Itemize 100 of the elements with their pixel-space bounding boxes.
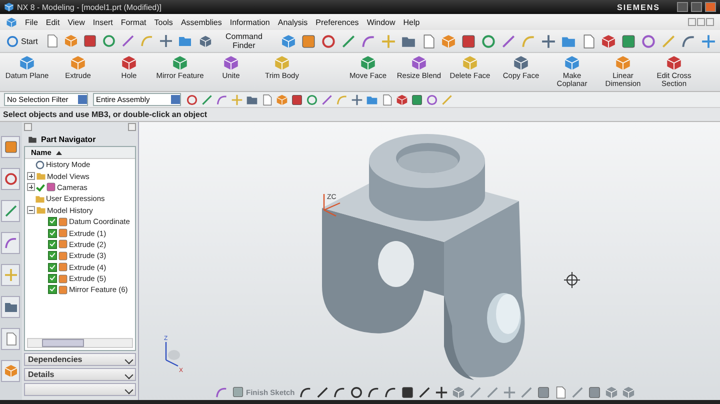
arc-icon[interactable] [681, 34, 696, 48]
brand-label: SIEMENS [616, 2, 660, 12]
cube-icon [4, 2, 14, 12]
cube-icon[interactable] [441, 34, 456, 48]
checkbox[interactable] [48, 285, 57, 294]
axis-triad-drawing [323, 193, 341, 217]
collapse-icon[interactable] [27, 206, 35, 214]
line-icon[interactable] [418, 386, 431, 398]
checkbox[interactable] [48, 274, 57, 284]
close-button[interactable] [706, 18, 714, 26]
cube-icon [121, 55, 137, 71]
checkbox[interactable] [48, 240, 57, 249]
resource-tab[interactable] [1, 136, 20, 158]
page-icon[interactable] [581, 34, 596, 48]
arc-icon[interactable] [332, 386, 346, 398]
maximize-button[interactable] [691, 2, 702, 12]
square-icon[interactable] [301, 34, 316, 48]
panel-header[interactable]: Details [24, 368, 136, 381]
checkbox[interactable] [48, 251, 57, 260]
square-icon[interactable] [411, 94, 423, 106]
checkbox[interactable] [48, 217, 57, 226]
minimize-button[interactable] [688, 18, 696, 26]
menu-item[interactable]: View [68, 18, 85, 26]
circle-icon[interactable] [350, 386, 363, 398]
square-icon[interactable] [461, 34, 476, 48]
menu-item[interactable]: File [25, 18, 38, 26]
arc-icon[interactable] [384, 386, 397, 398]
left-arrow-button[interactable] [24, 123, 32, 131]
expand-icon[interactable] [27, 183, 35, 192]
plus-icon[interactable] [351, 94, 363, 106]
cube-icon[interactable] [281, 34, 296, 48]
horizontal-scrollbar[interactable] [27, 338, 133, 348]
arc-icon [4, 236, 18, 250]
menu-item[interactable]: Edit [46, 18, 60, 26]
arc-icon[interactable] [366, 386, 380, 398]
cube-icon [462, 55, 478, 71]
menu-item[interactable]: Information [230, 18, 270, 26]
menu-item[interactable]: Insert [92, 18, 113, 26]
cube-icon [666, 55, 682, 71]
menu-item[interactable]: Window [366, 18, 396, 26]
page-icon[interactable] [44, 34, 59, 48]
circle-icon [4, 172, 18, 186]
right-arrow-button[interactable] [128, 123, 136, 131]
circle-icon [6, 34, 19, 48]
square-icon[interactable] [291, 94, 303, 106]
cube-icon [198, 34, 212, 48]
resource-tab[interactable] [1, 296, 20, 318]
checkmark-icon[interactable] [36, 182, 45, 192]
circle-icon[interactable] [186, 94, 198, 106]
square-icon[interactable] [621, 34, 636, 48]
menu-item[interactable]: Format [120, 18, 146, 26]
folder-icon [36, 205, 46, 216]
cube-icon[interactable] [604, 386, 618, 398]
view-triad-drawing [165, 341, 180, 367]
menu-item[interactable]: Assemblies [180, 18, 222, 26]
resource-tab[interactable] [1, 200, 20, 222]
scroll-thumb[interactable] [42, 339, 84, 347]
cube-icon[interactable] [396, 94, 408, 106]
cube-icon [274, 55, 290, 71]
resource-tab[interactable] [1, 232, 20, 254]
cube-icon[interactable] [622, 386, 635, 398]
cube-icon[interactable] [64, 34, 78, 48]
window-title: NX 8 - Modeling - [model1.prt (Modified)] [17, 2, 162, 12]
arc-icon[interactable] [298, 386, 312, 398]
line-icon[interactable] [316, 386, 329, 398]
folder-icon [35, 194, 45, 204]
menu-item[interactable]: Tools [154, 18, 173, 26]
page-icon[interactable] [421, 34, 436, 48]
cube-icon [360, 55, 376, 71]
checkbox[interactable] [48, 228, 57, 238]
menu-item[interactable]: Analysis [278, 18, 308, 26]
sort-arrow-icon [56, 150, 62, 154]
cube-icon [564, 55, 580, 71]
circle-icon[interactable] [321, 34, 336, 48]
menu-item[interactable]: Help [403, 18, 420, 26]
plus-icon[interactable] [434, 386, 448, 398]
checkbox[interactable] [48, 262, 57, 272]
folder-icon[interactable] [178, 34, 192, 48]
resource-tab[interactable] [1, 328, 20, 350]
cube-icon[interactable] [601, 34, 616, 48]
menu-item[interactable]: Preferences [316, 18, 359, 26]
start-button[interactable]: Start [4, 34, 40, 48]
command-finder-button[interactable]: Command Finder [196, 32, 276, 50]
square-icon [232, 386, 244, 398]
square-icon [58, 216, 68, 227]
square-icon [46, 182, 56, 192]
square-icon [58, 284, 68, 295]
minimize-button[interactable] [677, 2, 688, 12]
square-icon[interactable] [82, 34, 97, 48]
resource-tab[interactable] [1, 360, 20, 382]
resource-tab[interactable] [1, 168, 20, 190]
expand-icon[interactable] [27, 172, 35, 180]
plus-icon[interactable] [541, 34, 556, 48]
restore-button[interactable] [697, 18, 705, 26]
cube-icon [70, 55, 86, 71]
panel-header[interactable]: Dependencies [24, 353, 136, 366]
square-icon [58, 274, 68, 284]
cube-icon [223, 55, 239, 71]
square-icon[interactable] [400, 386, 414, 398]
plus-icon[interactable] [158, 34, 173, 48]
